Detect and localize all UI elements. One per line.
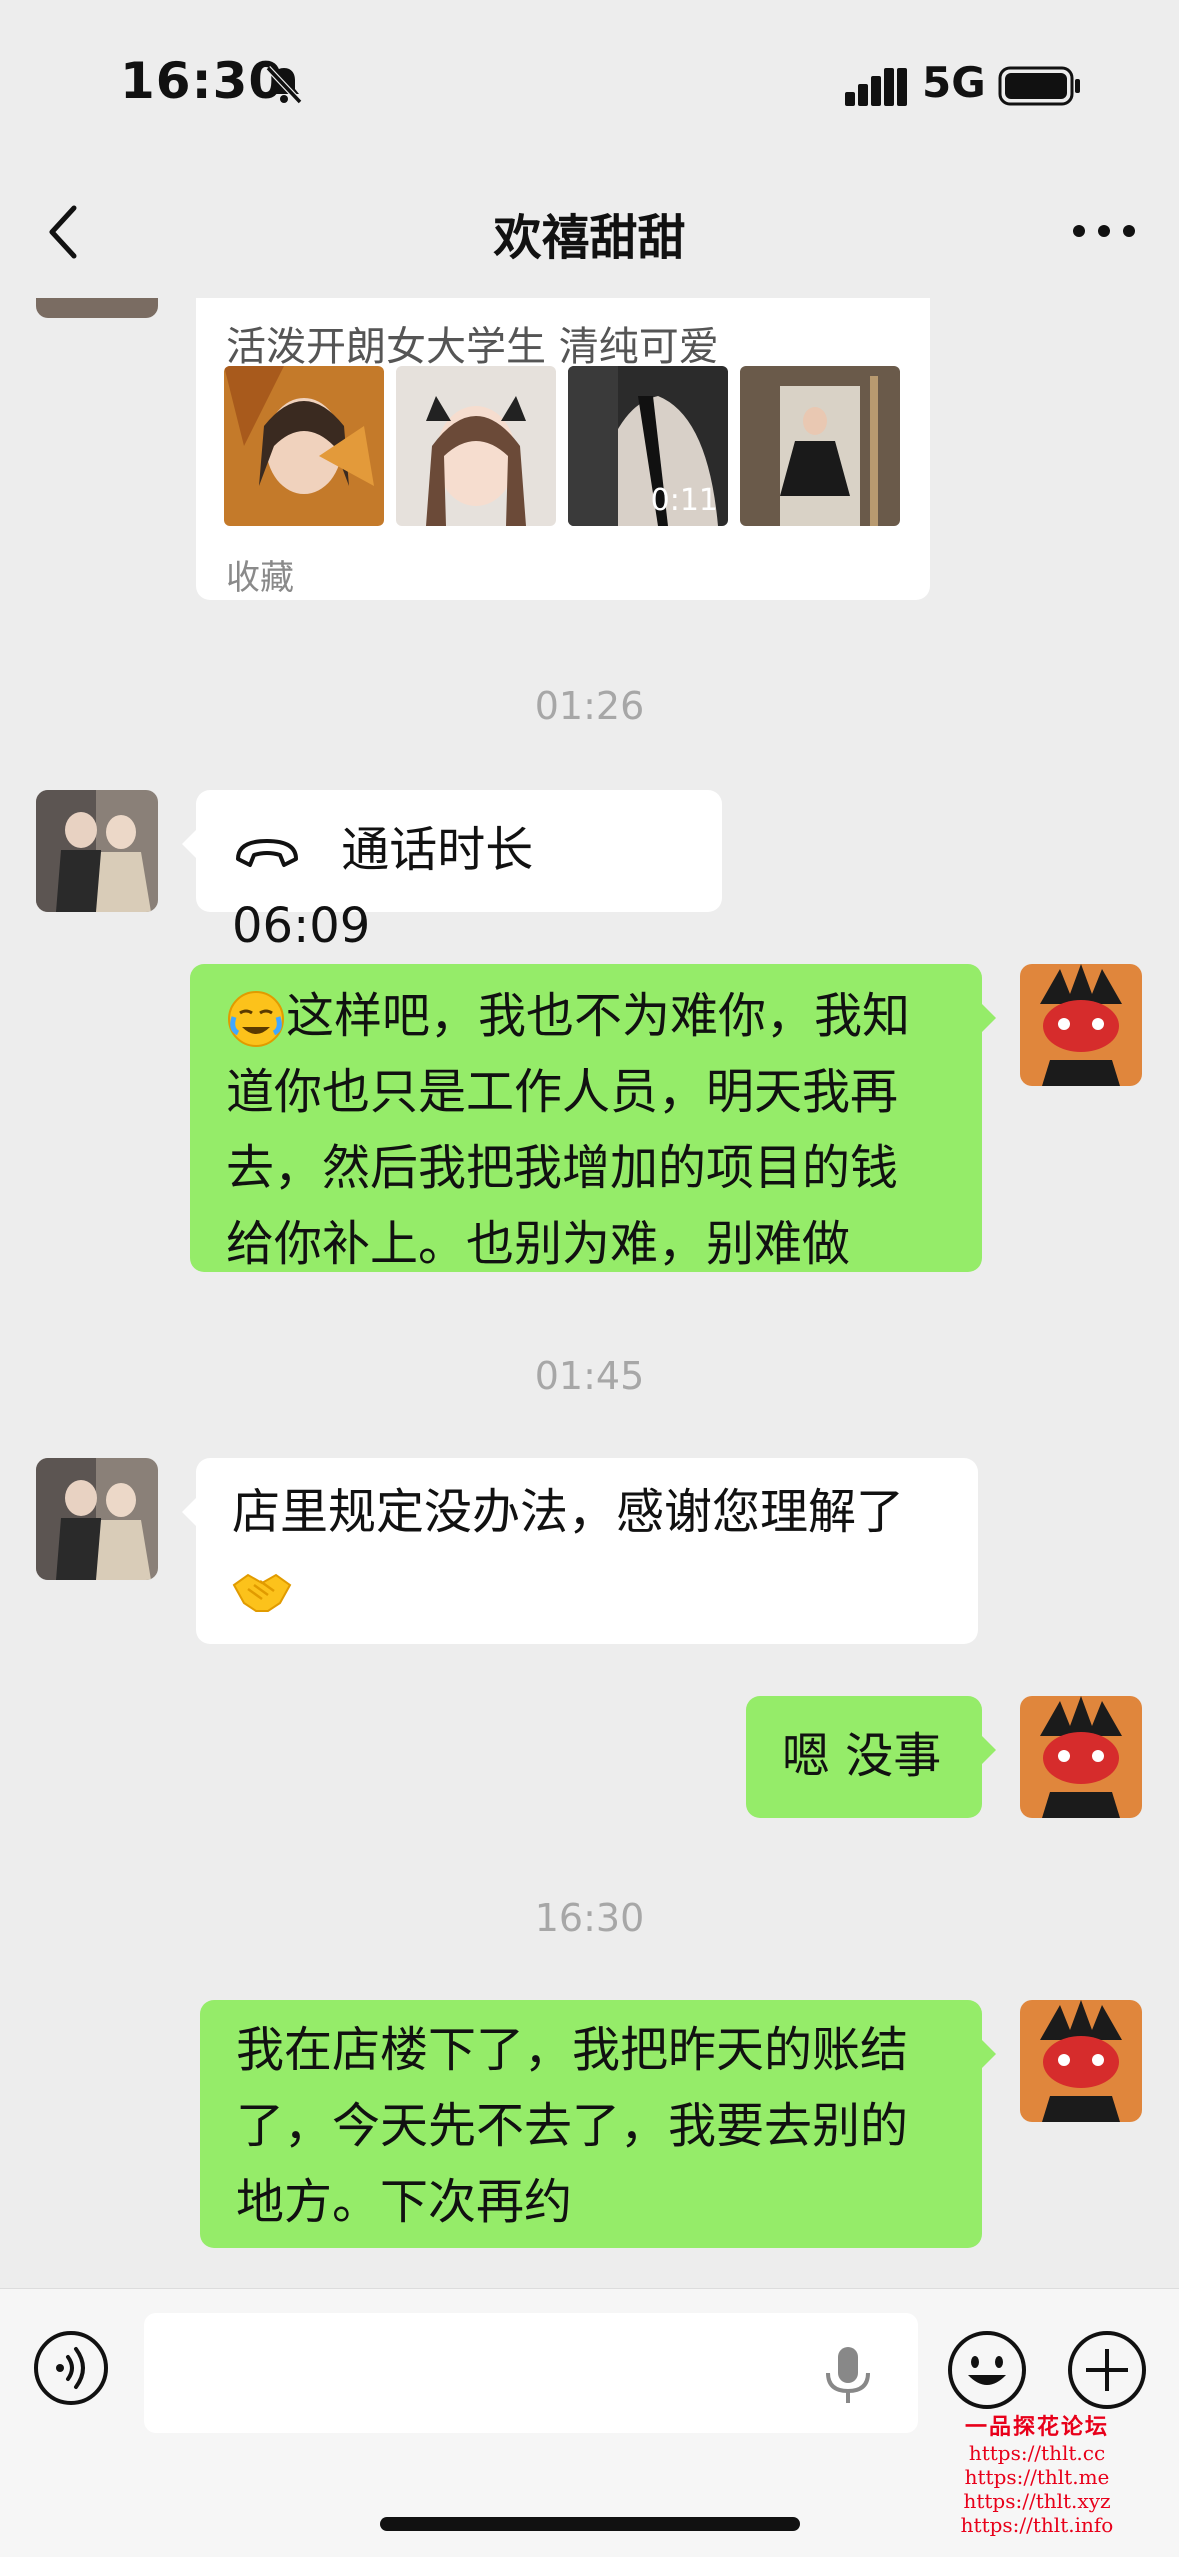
watermark-link: https://thlt.xyz (963, 2489, 1111, 2513)
timestamp: 01:45 (534, 1354, 645, 1398)
voice-icon[interactable] (32, 2329, 110, 2407)
message-line: 地方。下次再约 (236, 2174, 573, 2230)
timestamp: 16:30 (534, 1896, 645, 1940)
profile-card[interactable]: 活泼开朗女大学生 清纯可爱 0:11 收藏 (196, 298, 930, 600)
card-footer: 收藏 (226, 558, 294, 598)
message-line: 这样吧，我也不为难你，我知 (226, 978, 952, 1054)
self-avatar[interactable] (1020, 964, 1142, 1086)
bell-muted-icon (265, 65, 303, 105)
card-thumbnail[interactable] (396, 366, 556, 526)
plus-icon[interactable] (1066, 2329, 1148, 2411)
message-input[interactable] (144, 2313, 918, 2433)
card-video-thumbnail[interactable]: 0:11 (568, 366, 728, 526)
message-line: 了，今天先不去了，我要去别的 (236, 2098, 909, 2154)
message-bubble-self[interactable]: 嗯 没事 (746, 1696, 996, 1818)
message-line (232, 1550, 942, 1626)
status-bar: 16:30 5G (0, 0, 1179, 170)
contact-avatar[interactable] (36, 790, 158, 912)
watermark-title: 一品探花论坛 (964, 2414, 1109, 2440)
call-record-bubble[interactable]: 通话时长 06:09 (182, 790, 722, 954)
message-list[interactable]: 活泼开朗女大学生 清纯可爱 0:11 收藏 01:26 通话时长 06:09 这… (0, 298, 1179, 2288)
self-avatar[interactable] (1020, 2000, 1142, 2122)
video-duration: 0:11 (650, 483, 718, 518)
message-line: 我在店楼下了，我把昨天的账结 (236, 2022, 909, 2078)
chat-title: 欢禧甜甜 (493, 210, 686, 266)
contact-avatar[interactable] (36, 1458, 158, 1580)
signal-icon (845, 68, 907, 106)
card-thumbnail[interactable] (740, 366, 900, 526)
microphone-icon[interactable] (820, 2343, 876, 2405)
watermark: 一品探花论坛 https://thlt.cc https://thlt.me h… (952, 2409, 1122, 2537)
watermark-link: https://thlt.info (960, 2513, 1114, 2537)
message-line: 道你也只是工作人员，明天我再 (226, 1064, 899, 1120)
message-line: 给你补上。也别为难，别难做 (226, 1216, 851, 1272)
self-avatar[interactable] (1020, 1696, 1142, 1818)
input-bar: 一品探花论坛 https://thlt.cc https://thlt.me h… (0, 2288, 1179, 2557)
watermark-link: https://thlt.me (964, 2465, 1110, 2489)
card-thumbnail[interactable] (224, 366, 384, 526)
message-bubble-self[interactable]: 我在店楼下了，我把昨天的账结 了，今天先不去了，我要去别的 地方。下次再约 (200, 2000, 996, 2248)
ellipsis-icon[interactable] (1069, 206, 1139, 256)
message-line: 店里规定没办法，感谢您理解了 (232, 1484, 905, 1540)
status-time: 16:30 (120, 52, 285, 110)
chat-header: 欢禧甜甜 (0, 170, 1179, 298)
timestamp: 01:26 (534, 684, 645, 728)
message-bubble-contact[interactable]: 店里规定没办法，感谢您理解了 (182, 1458, 978, 1644)
crying-face-emoji (228, 991, 284, 1047)
message-text: 嗯 没事 (782, 1728, 942, 1784)
handshake-emoji (232, 1573, 292, 1612)
home-indicator[interactable] (380, 2517, 800, 2531)
phone-hangup-icon (236, 839, 298, 867)
battery-icon (998, 66, 1080, 106)
contact-avatar[interactable] (36, 298, 158, 318)
message-line: 去，然后我把我增加的项目的钱 (226, 1140, 899, 1196)
card-subtitle: 活泼开朗女大学生 清纯可爱 (226, 324, 719, 370)
watermark-link: https://thlt.cc (968, 2441, 1106, 2465)
network-label: 5G (922, 58, 986, 107)
emoji-icon[interactable] (946, 2329, 1028, 2411)
message-bubble-self[interactable]: 这样吧，我也不为难你，我知 道你也只是工作人员，明天我再 去，然后我把我增加的项… (190, 964, 996, 1272)
